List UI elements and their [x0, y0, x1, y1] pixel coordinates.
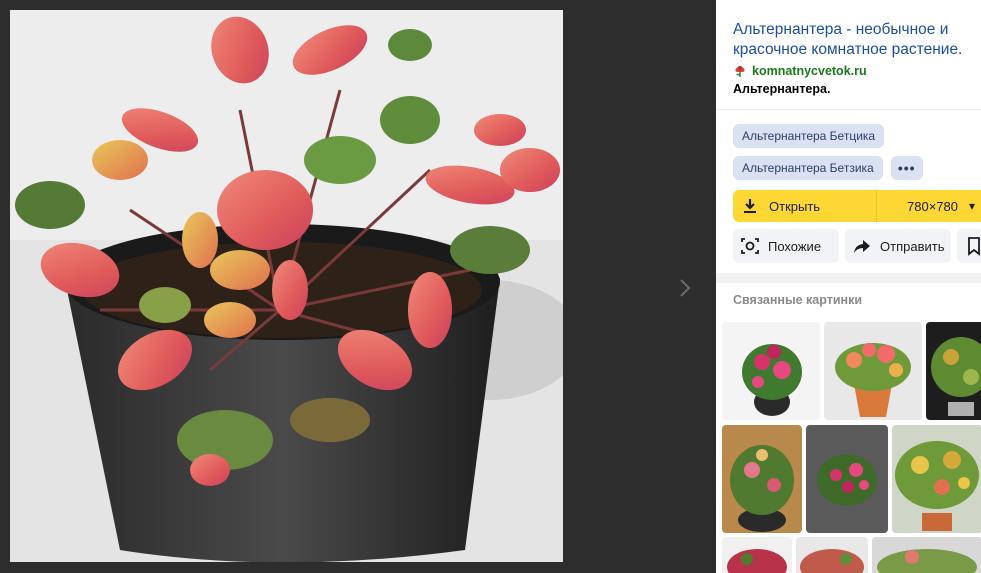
similar-images-button[interactable]: Похожие	[733, 229, 839, 263]
action-row: Похожие Отправить	[733, 229, 981, 263]
tag-chip[interactable]: Альтернантера Бетцика	[733, 124, 885, 148]
tag-list: Альтернантера Бетцика Альтернантера Бетз…	[716, 110, 981, 180]
share-label: Отправить	[880, 238, 945, 254]
image-info-panel: Альтернантера - необычное и красочное ко…	[716, 0, 981, 573]
main-image[interactable]	[10, 10, 563, 562]
share-button[interactable]: Отправить	[845, 229, 951, 263]
open-image-button[interactable]: Открыть 780×780 ▾	[733, 190, 981, 222]
chevron-right-icon[interactable]	[672, 276, 696, 300]
section-gap	[716, 273, 981, 283]
source-row[interactable]: komnatnycvetok.ru	[733, 64, 967, 78]
share-arrow-icon	[854, 240, 870, 253]
source-domain-link[interactable]: komnatnycvetok.ru	[752, 64, 867, 78]
related-image-thumb[interactable]	[722, 322, 820, 420]
related-image-thumb[interactable]	[872, 537, 981, 573]
related-images-heading: Связанные картинки	[733, 293, 863, 307]
bookmark-button[interactable]	[957, 229, 981, 263]
lens-icon	[741, 238, 759, 254]
similar-label: Похожие	[768, 238, 822, 254]
tag-chip[interactable]: Альтернантера Бетзика	[733, 156, 883, 180]
image-title-link[interactable]: Альтернантера - необычное и красочное ко…	[733, 20, 967, 60]
image-viewer	[0, 0, 716, 573]
more-tags-button[interactable]: •••	[890, 156, 923, 180]
divider	[876, 190, 877, 222]
bookmark-icon	[968, 237, 980, 256]
related-image-thumb[interactable]	[722, 425, 802, 533]
related-image-thumb[interactable]	[796, 537, 868, 573]
related-image-thumb[interactable]	[892, 425, 981, 533]
related-image-thumb[interactable]	[722, 537, 792, 573]
download-icon	[744, 199, 756, 213]
related-image-thumb[interactable]	[824, 322, 922, 420]
related-image-thumb[interactable]	[806, 425, 888, 533]
image-subtitle: Альтернантера.	[733, 82, 831, 96]
flower-favicon-icon	[733, 64, 747, 78]
related-image-thumb[interactable]	[926, 322, 981, 420]
open-label: Открыть	[769, 198, 821, 214]
chevron-down-icon[interactable]: ▾	[969, 199, 975, 213]
image-size-select[interactable]: 780×780	[907, 199, 958, 214]
